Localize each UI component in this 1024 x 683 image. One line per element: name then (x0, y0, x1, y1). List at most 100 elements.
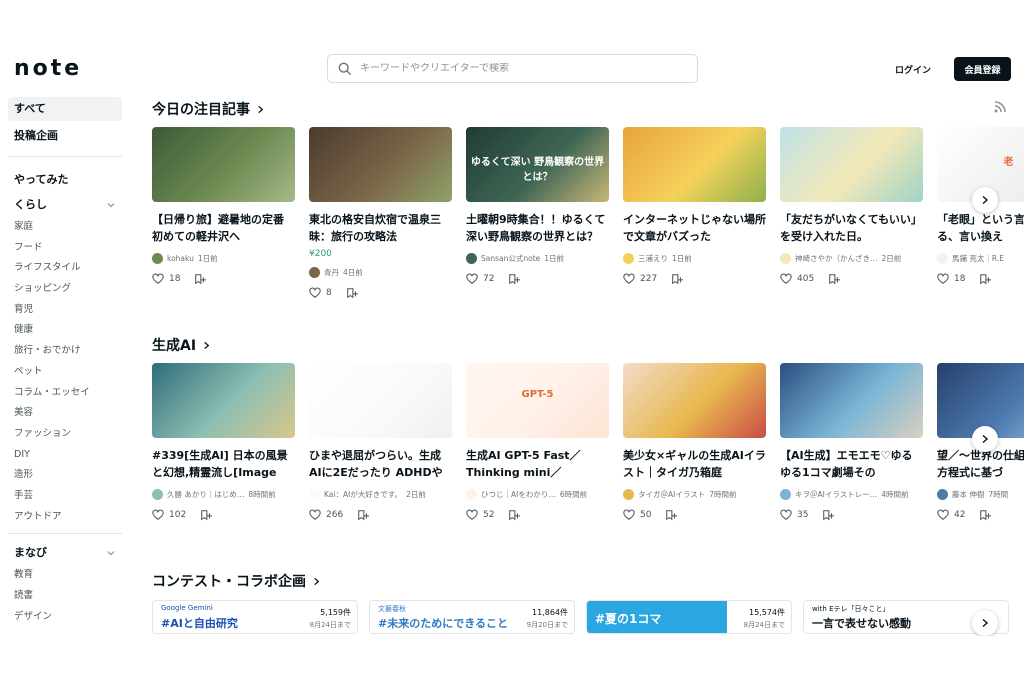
article-thumbnail[interactable]: GPT-5 (466, 363, 609, 438)
avatar[interactable] (152, 488, 163, 500)
like-button[interactable]: 102 (152, 509, 186, 521)
article-thumbnail[interactable] (780, 363, 923, 438)
like-button[interactable]: 18 (937, 273, 965, 285)
contest-banner[interactable]: #夏の1コマ (587, 601, 727, 633)
login-link[interactable]: ログイン (895, 63, 931, 76)
article-thumbnail[interactable] (152, 363, 295, 438)
like-button[interactable]: 405 (780, 273, 814, 285)
article-thumbnail[interactable] (309, 363, 452, 438)
sidebar-subitem[interactable]: 旅行・おでかけ (8, 341, 122, 362)
sidebar-subitem[interactable]: デザイン (8, 607, 122, 628)
author-name[interactable]: 三浦えり (638, 253, 668, 264)
like-button[interactable]: 8 (309, 287, 332, 299)
sidebar-subitem[interactable]: 育児 (8, 300, 122, 321)
section-title-contest[interactable]: コンテスト・コラボ企画 (152, 571, 321, 591)
sidebar-subitem[interactable]: ファッション (8, 424, 122, 445)
contest-card[interactable]: Google Gemini #AIと自由研究 5,159件 8月24日まで (152, 600, 358, 634)
article-title[interactable]: 望／〜世界の仕組み、ナビ、方程式に基づ (937, 447, 1024, 481)
article-thumbnail[interactable] (309, 127, 452, 202)
section-title-genai[interactable]: 生成AI (152, 335, 211, 355)
article-card[interactable]: #339[生成AI] 日本の風景と幻想,精霊流し[Image Creator] … (152, 363, 295, 521)
magazine-add-button[interactable] (979, 273, 992, 285)
search-input[interactable] (360, 63, 690, 74)
like-button[interactable]: 35 (780, 509, 808, 521)
like-button[interactable]: 227 (623, 273, 657, 285)
avatar[interactable] (466, 252, 477, 264)
magazine-add-button[interactable] (508, 509, 521, 521)
section-title-featured[interactable]: 今日の注目記事 (152, 99, 265, 119)
magazine-add-button[interactable] (822, 509, 835, 521)
contest-banner[interactable]: 文藝春秋 #未来のためにできること (370, 601, 510, 633)
featured-next-button[interactable] (972, 187, 998, 213)
author-name[interactable]: 久勝 あかり｜はじめ… (167, 489, 244, 500)
genai-next-button[interactable] (972, 426, 998, 452)
article-thumbnail[interactable]: ゆるくて深い 野鳥観察の世界とは？ (466, 127, 609, 202)
sidebar-group-living[interactable]: くらし (8, 192, 122, 217)
magazine-add-button[interactable] (346, 287, 358, 299)
sidebar-subitem[interactable]: コラム・エッセイ (8, 383, 122, 404)
article-thumbnail[interactable] (780, 127, 923, 202)
magazine-add-button[interactable] (194, 273, 207, 285)
like-button[interactable]: 266 (309, 509, 343, 521)
author-name[interactable]: ひつじ｜AIをわかり… (481, 489, 556, 500)
avatar[interactable] (623, 488, 634, 500)
avatar[interactable] (780, 252, 791, 264)
article-card[interactable]: ゆるくて深い 野鳥観察の世界とは？ 土曜朝9時集合！！ゆるくて深い野鳥観察の世界と… (466, 127, 609, 285)
like-button[interactable]: 72 (466, 273, 494, 285)
article-title[interactable]: 土曜朝9時集合！！ゆるくて深い野鳥観察の世界とは？ (466, 211, 609, 245)
like-button[interactable]: 52 (466, 509, 494, 521)
avatar[interactable] (309, 266, 320, 278)
sidebar-subitem[interactable]: DIY (8, 445, 122, 466)
search-box[interactable] (327, 54, 698, 83)
sidebar-subitem[interactable]: 健康 (8, 320, 122, 341)
like-button[interactable]: 50 (623, 509, 651, 521)
author-name[interactable]: Sansan公式note (481, 253, 540, 264)
sidebar-subitem[interactable]: ショッピング (8, 279, 122, 300)
article-card[interactable]: GPT-5 生成AI GPT-5 Fast／Thinking mini／Think… (466, 363, 609, 521)
article-title[interactable]: インターネットじゃない場所で文章がバズった (623, 211, 766, 245)
magazine-add-button[interactable] (828, 273, 841, 285)
sidebar-group-learning[interactable]: まなび (8, 540, 122, 565)
sidebar-subitem[interactable]: 造形 (8, 465, 122, 486)
author-name[interactable]: Kai：AIが大好きです。 (324, 489, 402, 500)
article-card[interactable]: 【AI生成】エモエモ♡ゆるゆる1コマ劇場その⑤2025.8.21#エモアート… … (780, 363, 923, 521)
magazine-add-button[interactable] (357, 509, 370, 521)
avatar[interactable] (780, 488, 791, 500)
sidebar-subitem[interactable]: 手芸 (8, 486, 122, 507)
article-thumbnail[interactable] (623, 127, 766, 202)
magazine-add-button[interactable] (200, 509, 213, 521)
author-name[interactable]: 馬鋪 亮太｜R.E (952, 253, 1004, 264)
avatar[interactable] (466, 488, 477, 500)
article-card[interactable]: 美少女×ギャルの生成AIイラスト｜タイガ乃箱庭 タイガ＠AIイラスト 7時間前 … (623, 363, 766, 521)
contest-banner[interactable]: Google Gemini #AIと自由研究 (153, 601, 293, 633)
article-title[interactable]: ひまや退屈がつらい。生成AIに2Eだったり ADHDやASDとか発達障害やHSP… (309, 447, 452, 481)
article-title[interactable]: #339[生成AI] 日本の風景と幻想,精霊流し[Image Creator] (152, 447, 295, 481)
sidebar-subitem[interactable]: 読書 (8, 586, 122, 607)
article-card[interactable]: 「友だちがいなくてもいい」を受け入れた日。 神崎さやか（かんざき… 2日前 40… (780, 127, 923, 285)
article-title[interactable]: 【日帰り旅】避暑地の定番 初めての軽井沢へ (152, 211, 295, 245)
magazine-add-button[interactable] (665, 509, 678, 521)
author-name[interactable]: キヲ＠AIイラストレー… (795, 489, 877, 500)
avatar[interactable] (623, 252, 634, 264)
like-button[interactable]: 18 (152, 273, 180, 285)
sidebar-subitem[interactable]: アウトドア (8, 507, 122, 528)
magazine-add-button[interactable] (979, 509, 992, 521)
article-title[interactable]: 【AI生成】エモエモ♡ゆるゆる1コマ劇場その⑤2025.8.21#エモアート… (780, 447, 923, 481)
sidebar-item-all[interactable]: すべて (8, 97, 122, 121)
avatar[interactable] (309, 488, 320, 500)
avatar[interactable] (937, 252, 948, 264)
article-card[interactable]: ひまや退屈がつらい。生成AIに2Eだったり ADHDやASDとか発達障害やHSP… (309, 363, 452, 521)
author-name[interactable]: タイガ＠AIイラスト (638, 489, 705, 500)
like-button[interactable]: 42 (937, 509, 965, 521)
article-thumbnail[interactable] (152, 127, 295, 202)
sidebar-item-tried[interactable]: やってみた (8, 167, 122, 192)
article-card[interactable]: 【日帰り旅】避暑地の定番 初めての軽井沢へ kohaku 1日前 18 (152, 127, 295, 285)
author-name[interactable]: 青丹 (324, 267, 339, 278)
author-name[interactable]: 神崎さやか（かんざき… (795, 253, 878, 264)
contest-next-button[interactable] (972, 610, 998, 636)
contest-card[interactable]: #夏の1コマ 15,574件 8月24日まで (586, 600, 792, 634)
article-card[interactable]: インターネットじゃない場所で文章がバズった 三浦えり 1日前 227 (623, 127, 766, 285)
avatar[interactable] (152, 252, 163, 264)
sidebar-subitem[interactable]: ペット (8, 362, 122, 383)
author-name[interactable]: 藤本 伸樹 (952, 489, 984, 500)
